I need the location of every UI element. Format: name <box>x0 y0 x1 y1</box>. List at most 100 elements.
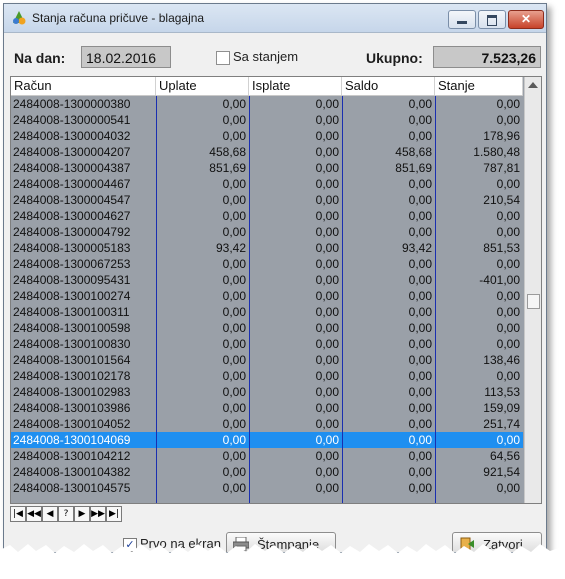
table-row[interactable]: 2484008-1300004207 458,68 0,00 458,68 1.580,… <box>11 144 523 160</box>
cell-uplate: 0,00 <box>222 465 246 479</box>
column-header-racun[interactable]: Račun <box>11 77 156 95</box>
table-row[interactable]: 2484008-1300004387 851,69 0,00 851,69 787,81 <box>11 160 523 176</box>
table-row-selected[interactable]: 2484008-1300104069 0,00 0,00 0,00 0,00 <box>11 432 523 448</box>
table-row[interactable]: 2484008-1300104052 0,00 0,00 0,00 251,74 <box>11 416 523 432</box>
table-row[interactable]: 2484008-1300004467 0,00 0,00 0,00 0,00 <box>11 176 523 192</box>
cell-racun: 2484008-1300104052 <box>13 417 131 431</box>
column-header-stanje[interactable]: Stanje <box>435 77 523 95</box>
cell-stanje: 1.580,48 <box>473 145 520 159</box>
table-row[interactable]: 2484008-1300104575 0,00 0,00 0,00 0,00 <box>11 480 523 496</box>
cell-racun: 2484008-1300004547 <box>13 193 131 207</box>
cell-uplate: 851,69 <box>209 161 246 175</box>
cell-racun: 2484008-1300004467 <box>13 177 131 191</box>
cell-isplate: 0,00 <box>315 433 339 447</box>
cell-uplate: 0,00 <box>222 401 246 415</box>
cell-racun: 2484008-1300004627 <box>13 209 131 223</box>
cell-isplate: 0,00 <box>315 417 339 431</box>
table-row[interactable]: 2484008-1300004792 0,00 0,00 0,00 0,00 <box>11 224 523 240</box>
cell-stanje: 851,53 <box>483 241 520 255</box>
accounts-grid[interactable]: Račun Uplate Isplate Saldo Stanje 248400… <box>10 76 542 504</box>
table-row[interactable]: 2484008-1300004547 0,00 0,00 0,00 210,54 <box>11 192 523 208</box>
with-balance-label[interactable]: Sa stanjem <box>233 49 298 64</box>
nav-next-page-button[interactable]: ▶▶ <box>90 506 106 522</box>
cell-saldo: 0,00 <box>408 257 432 271</box>
cell-racun: 2484008-1300005183 <box>13 241 131 255</box>
nav-prior-button[interactable]: ◀ <box>42 506 58 522</box>
table-row[interactable]: 2484008-1300000380 0,00 0,00 0,00 0,00 <box>11 96 523 112</box>
cell-uplate: 0,00 <box>222 321 246 335</box>
cell-saldo: 0,00 <box>408 129 432 143</box>
maximize-icon <box>487 15 497 26</box>
maximize-button[interactable] <box>478 10 506 29</box>
cell-racun: 2484008-1300104575 <box>13 481 131 495</box>
table-row[interactable]: 2484008-1300000541 0,00 0,00 0,00 0,00 <box>11 112 523 128</box>
cell-isplate: 0,00 <box>315 241 339 255</box>
table-row[interactable]: 2484008-1300004627 0,00 0,00 0,00 0,00 <box>11 208 523 224</box>
column-header-saldo[interactable]: Saldo <box>342 77 435 95</box>
cell-uplate: 0,00 <box>222 289 246 303</box>
cell-racun: 2484008-1300101564 <box>13 353 131 367</box>
cell-saldo: 458,68 <box>395 145 432 159</box>
cell-isplate: 0,00 <box>315 129 339 143</box>
table-row[interactable]: 2484008-1300100274 0,00 0,00 0,00 0,00 <box>11 288 523 304</box>
cell-uplate: 0,00 <box>222 225 246 239</box>
cell-saldo: 0,00 <box>408 305 432 319</box>
scroll-thumb[interactable] <box>527 294 540 309</box>
cell-stanje: 113,53 <box>484 385 520 399</box>
cell-stanje: 0,00 <box>496 97 520 111</box>
table-row[interactable]: 2484008-1300005183 93,42 0,00 93,42 851,53 <box>11 240 523 256</box>
table-row[interactable]: 2484008-1300102178 0,00 0,00 0,00 0,00 <box>11 368 523 384</box>
scroll-up-icon[interactable] <box>528 82 538 88</box>
nav-help-button[interactable]: ? <box>58 506 74 522</box>
cell-racun: 2484008-1300104212 <box>13 449 131 463</box>
cell-stanje: 0,00 <box>496 433 520 447</box>
grid-header: Račun Uplate Isplate Saldo Stanje <box>11 77 523 96</box>
column-header-uplate[interactable]: Uplate <box>156 77 249 95</box>
cell-racun: 2484008-1300103986 <box>13 401 131 415</box>
column-header-isplate[interactable]: Isplate <box>249 77 342 95</box>
cell-racun: 2484008-1300004207 <box>13 145 131 159</box>
cell-uplate: 0,00 <box>222 129 246 143</box>
app-icon <box>13 11 26 25</box>
cell-isplate: 0,00 <box>315 289 339 303</box>
table-row[interactable]: 2484008-1300104382 0,00 0,00 0,00 921,54 <box>11 464 523 480</box>
cell-stanje: 0,00 <box>496 305 520 319</box>
minimize-button[interactable] <box>448 10 476 29</box>
cell-stanje: 159,09 <box>483 401 520 415</box>
cell-stanje: 921,54 <box>483 465 520 479</box>
nav-next-button[interactable]: ▶ <box>74 506 90 522</box>
cell-uplate: 0,00 <box>222 257 246 271</box>
vertical-scrollbar[interactable] <box>524 77 541 503</box>
cell-stanje: 64,56 <box>489 449 520 463</box>
title-bar[interactable]: Stanja računa pričuve - blagajna ✕ <box>4 4 546 33</box>
with-balance-checkbox[interactable] <box>216 51 230 65</box>
cell-racun: 2484008-1300004792 <box>13 225 131 239</box>
cell-isplate: 0,00 <box>315 257 339 271</box>
nav-prior-page-button[interactable]: ◀◀ <box>26 506 42 522</box>
table-row[interactable]: 2484008-1300004032 0,00 0,00 0,00 178,96 <box>11 128 523 144</box>
cell-stanje: 0,00 <box>496 337 520 351</box>
nav-first-button[interactable]: |◀ <box>10 506 26 522</box>
table-row[interactable]: 2484008-1300100830 0,00 0,00 0,00 0,00 <box>11 336 523 352</box>
table-row[interactable]: 2484008-1300104212 0,00 0,00 0,00 64,56 <box>11 448 523 464</box>
cell-uplate: 0,00 <box>222 449 246 463</box>
cell-isplate: 0,00 <box>315 321 339 335</box>
nav-last-button[interactable]: ▶| <box>106 506 122 522</box>
cell-racun: 2484008-1300104069 <box>13 433 131 447</box>
cell-saldo: 0,00 <box>408 417 432 431</box>
total-value: 7.523,26 <box>433 46 541 68</box>
table-row[interactable]: 2484008-1300067253 0,00 0,00 0,00 0,00 <box>11 256 523 272</box>
grid-rows: 2484008-1300000380 0,00 0,00 0,00 0,00 248400… <box>11 96 523 496</box>
date-field[interactable]: 18.02.2016 <box>81 46 171 68</box>
table-row[interactable]: 2484008-1300102983 0,00 0,00 0,00 113,53 <box>11 384 523 400</box>
table-row[interactable]: 2484008-1300101564 0,00 0,00 0,00 138,46 <box>11 352 523 368</box>
table-row[interactable]: 2484008-1300103986 0,00 0,00 0,00 159,09 <box>11 400 523 416</box>
cell-uplate: 0,00 <box>222 369 246 383</box>
close-window-button[interactable]: ✕ <box>508 10 544 29</box>
table-row[interactable]: 2484008-1300100598 0,00 0,00 0,00 0,00 <box>11 320 523 336</box>
cell-stanje: 0,00 <box>496 321 520 335</box>
table-row[interactable]: 2484008-1300095431 0,00 0,00 0,00 -401,00 <box>11 272 523 288</box>
app-window: Stanja računa pričuve - blagajna ✕ Na da… <box>3 3 547 553</box>
cell-racun: 2484008-1300104382 <box>13 465 131 479</box>
table-row[interactable]: 2484008-1300100311 0,00 0,00 0,00 0,00 <box>11 304 523 320</box>
